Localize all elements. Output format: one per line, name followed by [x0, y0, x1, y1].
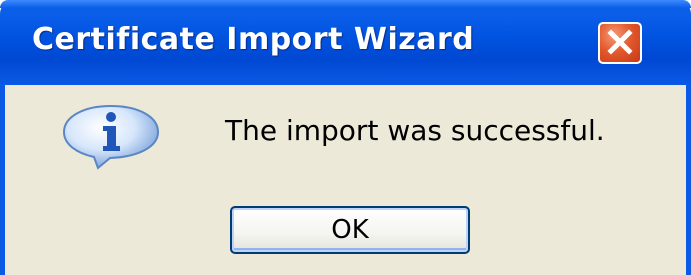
close-icon	[607, 29, 633, 55]
message-text: The import was successful.	[225, 114, 605, 147]
certificate-import-dialog: Certificate Import Wizard The import was…	[0, 0, 691, 275]
window-title: Certificate Import Wizard	[32, 22, 475, 57]
title-bar[interactable]: Certificate Import Wizard	[0, 0, 691, 85]
title-bar-highlight	[0, 0, 691, 8]
info-icon	[58, 102, 164, 172]
close-button[interactable]	[598, 22, 642, 64]
ok-button[interactable]: OK	[230, 206, 470, 254]
